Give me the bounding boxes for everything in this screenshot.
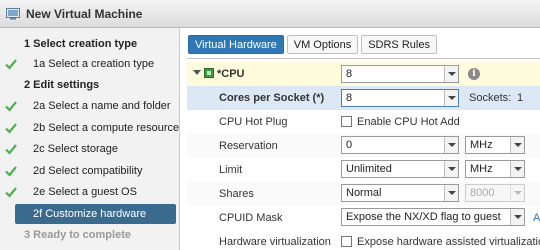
chevron-down-icon [444, 185, 458, 201]
chevron-down-icon [444, 90, 458, 106]
chevron-down-icon [510, 209, 524, 225]
shares-select[interactable]: Normal [341, 184, 459, 202]
step-label: 2c Select storage [33, 143, 118, 155]
cpuid-mask-value: Expose the NX/XD flag to guest [346, 211, 501, 223]
expose-hw-virtualization-checkbox[interactable] [341, 236, 352, 247]
shares-amount-value: 8000 [470, 187, 495, 199]
step-2b-select-compute-resource[interactable]: 2b Select a compute resource [0, 118, 180, 138]
cpuid-advanced-link[interactable]: A [533, 206, 540, 230]
chevron-down-icon [444, 66, 458, 82]
step-label: 2b Select a compute resource [33, 122, 180, 134]
limit-unit-select[interactable]: MHz [465, 160, 525, 178]
info-icon[interactable]: i [468, 68, 480, 80]
limit-value: Unlimited [346, 163, 392, 175]
sockets-value: 1 [517, 92, 524, 104]
virtual-hardware-panel: *CPU 8 i Cores per Socket (*) 8 Sockets:… [187, 58, 540, 250]
enable-cpu-hot-add-label: Enable CPU Hot Add [357, 116, 460, 128]
cpu-count-select[interactable]: 8 [341, 65, 459, 83]
cpu-chip-icon [204, 68, 214, 78]
tab-sdrs-rules[interactable]: SDRS Rules [361, 35, 437, 54]
cpu-label: *CPU [217, 68, 245, 80]
shares-amount-input: 8000 [465, 184, 525, 202]
cores-per-socket-label: Cores per Socket (*) [219, 92, 325, 104]
checkmark-icon [5, 144, 17, 155]
chevron-down-icon [510, 185, 524, 201]
step-label: 2d Select compatibility [33, 165, 143, 177]
step-2e-select-guest-os[interactable]: 2e Select a guest OS [0, 182, 180, 202]
cores-per-socket-value: 8 [346, 92, 353, 104]
step-2-edit-settings[interactable]: 2 Edit settings [0, 75, 180, 95]
reservation-row: Reservation 0 MHz [187, 134, 540, 158]
reservation-unit-value: MHz [470, 139, 493, 151]
settings-tabs: Virtual Hardware VM Options SDRS Rules [188, 35, 437, 55]
cpuid-mask-select[interactable]: Expose the NX/XD flag to guest [341, 208, 525, 226]
checkmark-icon [5, 123, 17, 134]
limit-unit-value: MHz [470, 163, 493, 175]
cpu-count-value: 8 [346, 68, 353, 80]
cpu-hot-plug-label: CPU Hot Plug [219, 116, 288, 128]
checkmark-icon [5, 59, 17, 70]
cores-per-socket-row: Cores per Socket (*) 8 Sockets: 1 [187, 86, 540, 110]
wizard-steps-sidebar: 1 Select creation type 1a Select a creat… [0, 28, 180, 250]
expand-collapse-icon[interactable] [193, 70, 201, 75]
step-2d-select-compatibility[interactable]: 2d Select compatibility [0, 161, 180, 181]
checkmark-icon [5, 166, 17, 177]
step-1-select-creation-type[interactable]: 1 Select creation type [0, 34, 180, 54]
chevron-down-icon [510, 161, 524, 177]
step-label: 2e Select a guest OS [33, 186, 137, 198]
window-title: New Virtual Machine [26, 6, 143, 21]
vm-icon [6, 7, 20, 19]
reservation-input[interactable]: 0 [341, 136, 459, 154]
hardware-virtualization-row: Hardware virtualization Expose hardware … [187, 230, 540, 250]
chevron-down-icon [444, 161, 458, 177]
tab-vm-options[interactable]: VM Options [286, 35, 359, 54]
cpu-row: *CPU 8 i [187, 62, 540, 86]
step-2c-select-storage[interactable]: 2c Select storage [0, 139, 180, 159]
window-titlebar: New Virtual Machine [0, 0, 540, 28]
enable-cpu-hot-add-checkbox[interactable] [341, 116, 352, 127]
cpuid-mask-row: CPUID Mask Expose the NX/XD flag to gues… [187, 206, 540, 230]
tab-virtual-hardware[interactable]: Virtual Hardware [188, 35, 284, 54]
checkmark-icon [5, 187, 17, 198]
reservation-value: 0 [346, 139, 353, 151]
shares-value: Normal [346, 187, 382, 199]
chevron-down-icon [444, 137, 458, 153]
cores-per-socket-select[interactable]: 8 [341, 89, 459, 107]
cpu-hot-plug-row: CPU Hot Plug Enable CPU Hot Add [187, 110, 540, 134]
limit-input[interactable]: Unlimited [341, 160, 459, 178]
shares-row: Shares Normal 8000 [187, 182, 540, 206]
hardware-virtualization-label: Hardware virtualization [219, 236, 331, 248]
chevron-down-icon [510, 137, 524, 153]
shares-label: Shares [219, 188, 254, 200]
checkmark-icon [5, 101, 17, 112]
step-3-ready-to-complete: 3 Ready to complete [24, 229, 131, 241]
step-2a-select-name-and-folder[interactable]: 2a Select a name and folder [0, 96, 180, 116]
limit-row: Limit Unlimited MHz [187, 158, 540, 182]
reservation-label: Reservation [219, 140, 278, 152]
limit-label: Limit [219, 164, 243, 176]
step-1a-select-a-creation-type[interactable]: 1a Select a creation type [0, 54, 180, 74]
cpuid-mask-label: CPUID Mask [219, 212, 283, 224]
sockets-label: Sockets: [469, 92, 512, 104]
step-label: 1a Select a creation type [33, 58, 155, 70]
reservation-unit-select[interactable]: MHz [465, 136, 525, 154]
step-label: 2a Select a name and folder [33, 100, 171, 112]
expose-hw-virtualization-label: Expose hardware assisted virtualization … [357, 236, 540, 248]
step-2f-customize-hardware[interactable]: 2f Customize hardware [15, 204, 176, 224]
